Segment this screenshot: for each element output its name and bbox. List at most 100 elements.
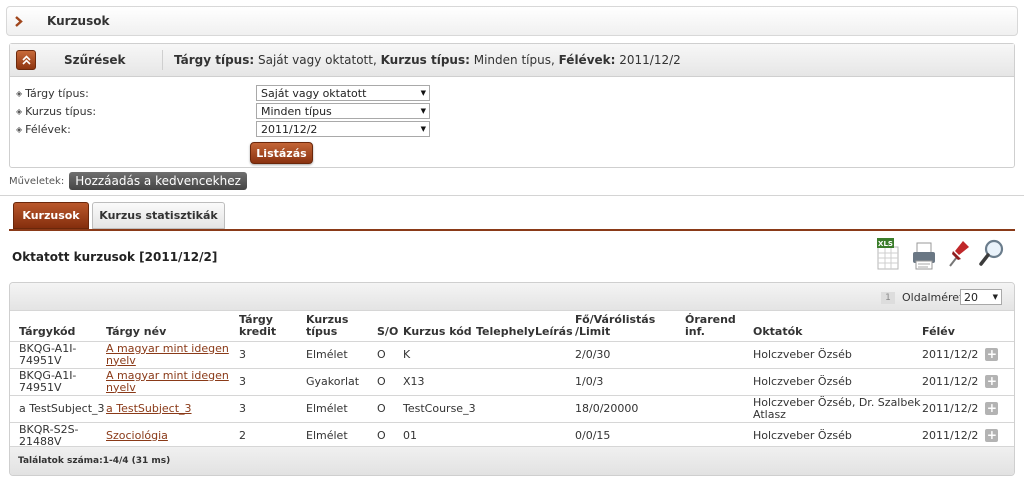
bullet-icon: ◈	[16, 88, 23, 98]
filter-summary: Tárgy típus: Saját vagy oktatott, Kurzus…	[174, 53, 681, 67]
column-header[interactable]: Tárgy kredit	[239, 311, 306, 342]
semester-value: 2011/12/2	[922, 402, 979, 415]
cell-limit: 0/0/15	[575, 422, 685, 450]
page-size-select[interactable]: 20 ▼	[960, 289, 1002, 305]
column-header[interactable]: Telephely	[476, 311, 535, 342]
course-table: Tárgykód Tárgy név Tárgy kredit Kurzus t…	[10, 311, 1014, 450]
cell-course-code: X13	[403, 368, 476, 396]
operations-bar: Műveletek: Hozzáadás a kedvencekhez	[9, 172, 247, 190]
filters-label: Szűrések	[64, 53, 126, 67]
cell-site	[476, 395, 535, 423]
semester-select[interactable]: 2011/12/2 ▼	[256, 121, 430, 137]
column-header[interactable]: Félév	[922, 311, 1014, 342]
table-row: BKQG-A1I-74951V A magyar mint idegen nyel…	[10, 341, 1014, 369]
grid-footer: Találatok száma:1-4/4 (31 ms)	[10, 446, 1014, 475]
page-title: Kurzusok	[47, 14, 110, 28]
semester-value: 2011/12/2	[922, 429, 979, 442]
tab-courses[interactable]: Kurzusok	[13, 202, 89, 229]
grid-toolbar: 1 Oldalméret 20 ▼	[10, 283, 1014, 311]
cell-so: O	[377, 422, 403, 450]
cell-limit: 2/0/30	[575, 341, 685, 369]
filter-row-subject-type: ◈ Tárgy típus: Saját vagy oktatott ▼	[16, 84, 446, 102]
column-header[interactable]: S/O	[377, 311, 403, 342]
filter-label: Tárgy típus:	[25, 86, 89, 100]
column-header[interactable]: Tárgykód	[10, 311, 106, 342]
subject-name-link[interactable]: A magyar mint idegen nyelv	[106, 342, 229, 367]
add-to-favorites-button[interactable]: Hozzáadás a kedvencekhez	[69, 172, 247, 190]
list-button[interactable]: Listázás	[250, 142, 313, 164]
expand-row-icon[interactable]: +	[985, 429, 999, 442]
subject-name-cell: a TestSubject_3	[106, 395, 239, 423]
subject-name-link[interactable]: a TestSubject_3	[106, 402, 192, 415]
cell-course-code: 01	[403, 422, 476, 450]
cell-timetable	[685, 341, 753, 369]
cell-type: Elmélet	[306, 341, 377, 369]
summary-key: Félévek:	[558, 53, 616, 67]
column-header[interactable]: Leírás	[535, 311, 575, 342]
table-row: BKQR-S2S-21488V Szociológia 2 Elmélet O 01 0/0…	[10, 422, 1014, 450]
column-header[interactable]: Oktatók	[753, 311, 922, 342]
cell-course-code: TestCourse_3	[403, 395, 476, 423]
filter-row-semester: ◈ Félévek: 2011/12/2 ▼	[16, 120, 446, 138]
page-header: Kurzusok	[6, 6, 1018, 36]
cell-so: O	[377, 368, 403, 396]
dropdown-arrow-icon: ▼	[420, 89, 426, 97]
select-value: 2011/12/2	[261, 122, 318, 136]
table-row: BKQG-A1I-74951V A magyar mint idegen nyel…	[10, 368, 1014, 396]
bullet-icon: ◈	[16, 124, 23, 134]
cell-code: BKQG-A1I-74951V	[10, 341, 106, 369]
cell-desc	[535, 341, 575, 369]
filter-label: Félévek:	[25, 122, 71, 136]
page-size-label: Oldalméret	[902, 291, 964, 304]
cell-credit: 3	[239, 395, 306, 423]
subject-name-cell: A magyar mint idegen nyelv	[106, 368, 239, 396]
svg-text:XLS: XLS	[878, 240, 893, 248]
course-table-panel: 1 Oldalméret 20 ▼ Tárgykód Tárgy név Tár…	[9, 282, 1015, 476]
page-number[interactable]: 1	[881, 292, 895, 304]
subject-type-select[interactable]: Saját vagy oktatott ▼	[256, 85, 430, 101]
cell-so: O	[377, 395, 403, 423]
cell-course-code: K	[403, 341, 476, 369]
column-header[interactable]: Órarend inf.	[685, 311, 753, 342]
column-header[interactable]: Kurzus típus	[306, 311, 377, 342]
cell-teachers: Holczveber Özséb	[753, 341, 922, 369]
filter-row-course-type: ◈ Kurzus típus: Minden típus ▼	[16, 102, 446, 120]
cell-semester: 2011/12/2 +	[922, 422, 1014, 450]
cell-code: BKQR-S2S-21488V	[10, 422, 106, 450]
cell-desc	[535, 422, 575, 450]
cell-credit: 2	[239, 422, 306, 450]
select-value: 20	[964, 290, 978, 304]
expand-row-icon[interactable]: +	[985, 402, 999, 415]
expand-row-icon[interactable]: +	[985, 375, 999, 388]
subject-name-link[interactable]: Szociológia	[106, 429, 168, 442]
cell-limit: 18/0/20000	[575, 395, 685, 423]
print-icon[interactable]	[911, 237, 937, 271]
filter-header: Szűrések Tárgy típus: Saját vagy oktatot…	[10, 44, 1014, 77]
filter-panel: Szűrések Tárgy típus: Saját vagy oktatot…	[9, 43, 1015, 168]
course-type-select[interactable]: Minden típus ▼	[256, 103, 430, 119]
semester-value: 2011/12/2	[922, 375, 979, 388]
expand-row-icon[interactable]: +	[985, 348, 999, 361]
summary-value: Saját vagy oktatott,	[254, 53, 381, 67]
cell-site	[476, 368, 535, 396]
cell-teachers: Holczveber Özséb	[753, 422, 922, 450]
collapse-filters-button[interactable]	[16, 50, 36, 70]
tab-course-statistics[interactable]: Kurzus statisztikák	[92, 202, 225, 229]
tab-bar: Kurzusok Kurzus statisztikák	[13, 202, 228, 229]
cell-semester: 2011/12/2 +	[922, 368, 1014, 396]
cell-teachers: Holczveber Özséb	[753, 368, 922, 396]
cell-credit: 3	[239, 341, 306, 369]
pin-icon[interactable]	[945, 237, 971, 271]
summary-key: Tárgy típus:	[174, 53, 255, 67]
dropdown-arrow-icon: ▼	[992, 293, 998, 301]
column-header[interactable]: Kurzus kód	[403, 311, 476, 342]
double-chevron-up-icon	[21, 55, 31, 65]
column-header[interactable]: Fő/Várólistás /Limit	[575, 311, 685, 342]
column-header[interactable]: Tárgy név	[106, 311, 239, 342]
subject-name-link[interactable]: A magyar mint idegen nyelv	[106, 369, 229, 394]
search-icon[interactable]	[979, 237, 1005, 271]
cell-timetable	[685, 422, 753, 450]
subject-name-cell: Szociológia	[106, 422, 239, 450]
excel-export-icon[interactable]: XLS	[876, 237, 902, 271]
cell-credit: 3	[239, 368, 306, 396]
